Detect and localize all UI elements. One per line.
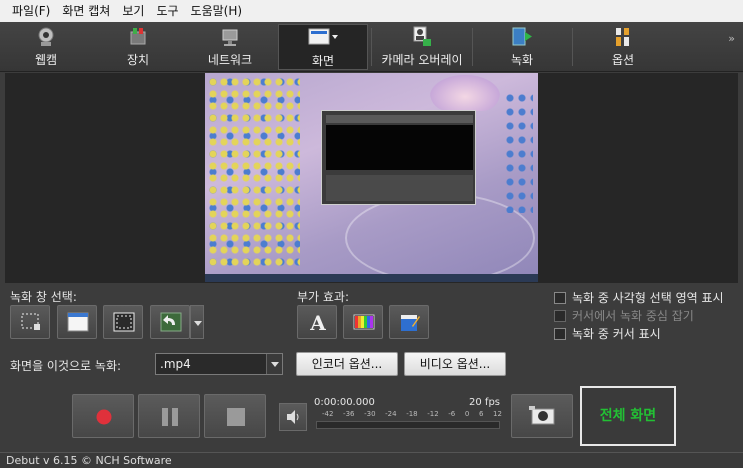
record-video-icon (511, 26, 533, 48)
toolbar-screen-label: 화면 (311, 54, 335, 68)
volume-button[interactable] (279, 403, 307, 431)
record-icon (96, 409, 112, 428)
video-options-button[interactable]: 비디오 옵션... (404, 352, 506, 376)
preview-app-window (321, 110, 476, 205)
toolbar-network-label: 네트워크 (207, 53, 253, 67)
effects-label: 부가 효과: (297, 290, 350, 304)
capture-area-label: 녹화 창 선택: (10, 290, 77, 304)
menu-help[interactable]: 도움말(H) (185, 0, 249, 22)
webcam-icon (35, 26, 57, 48)
meter-tick: 0 (464, 410, 470, 418)
toolbar-webcam-button[interactable]: 웹캠 (20, 24, 72, 70)
toolbar-record-button[interactable]: 녹화 (492, 24, 552, 70)
toolbar-separator (472, 28, 473, 66)
menu-tools[interactable]: 도구 (150, 0, 184, 22)
toolbar-network-button[interactable]: 네트워크 (196, 24, 264, 70)
desktop-icons-right (505, 93, 533, 213)
pause-button[interactable] (138, 394, 200, 438)
toolbar-camera-overlay-button[interactable]: 카메라 오버레이 (376, 24, 468, 70)
menu-view[interactable]: 보기 (116, 0, 150, 22)
record-format-label: 화면을 이것으로 녹화: (10, 359, 122, 373)
record-button[interactable] (72, 394, 134, 438)
toolbar-options-button[interactable]: 옵션 (596, 24, 650, 70)
meter-tick: -6 (448, 410, 456, 418)
toolbar-separator (371, 28, 372, 66)
checkbox-box[interactable] (554, 327, 566, 340)
color-bars-icon (353, 312, 375, 332)
recording-time: 0:00:00.000 (314, 397, 375, 408)
fullscreen-select-icon (113, 312, 135, 332)
snapshot-button[interactable] (511, 394, 573, 438)
svg-text:A: A (309, 312, 326, 332)
toolbar-options-label: 옵션 (611, 53, 635, 67)
preview-taskbar (205, 274, 538, 282)
screen-icon (308, 27, 338, 49)
stop-icon (227, 408, 245, 429)
toolbar-separator (572, 28, 573, 66)
wallpaper-figure (430, 75, 500, 111)
checkbox-box[interactable] (554, 291, 566, 304)
pause-icon (161, 407, 179, 430)
undo-area-icon (160, 312, 182, 332)
clapperboard-icon (399, 312, 421, 332)
speaker-icon (287, 410, 299, 424)
chevron-down-icon[interactable] (266, 354, 282, 374)
show-rectangle-checkbox[interactable]: 녹화 중 사각형 선택 영역 표시 (554, 289, 724, 306)
device-icon (127, 26, 149, 48)
stop-button[interactable] (204, 394, 266, 438)
select-window-button[interactable] (57, 305, 97, 339)
select-fullscreen-button[interactable] (103, 305, 143, 339)
checkbox-label: 녹화 중 커서 표시 (572, 327, 661, 341)
text-icon: A (307, 311, 329, 335)
frame-rate: 20 fps (469, 397, 500, 408)
options-icon (612, 26, 634, 48)
format-select-value: .mp4 (160, 357, 191, 371)
toolbar-device-button[interactable]: 장치 (110, 24, 166, 70)
menu-capture[interactable]: 화면 캡쳐 (56, 0, 116, 22)
meter-tick: -12 (427, 410, 439, 418)
menu-bar: 파일(F) 화면 캡쳐 보기 도구 도움말(H) (0, 0, 743, 22)
meter-scale: -42 -36 -30 -24 -18 -12 -6 0 6 12 (322, 410, 502, 418)
meter-track (316, 421, 500, 429)
window-icon (67, 312, 89, 332)
camera-icon (529, 406, 555, 425)
capture-area-dropdown[interactable] (190, 305, 204, 339)
encoder-options-button[interactable]: 인코더 옵션... (296, 352, 398, 376)
audio-level-meter: 0:00:00.000 20 fps -42 -36 -30 -24 -18 -… (278, 395, 504, 437)
toolbar-screen-button[interactable]: 화면 (278, 24, 368, 70)
menu-file[interactable]: 파일(F) (6, 0, 56, 22)
preview-screen-image (205, 73, 538, 282)
status-bar: Debut v 6.15 © NCH Software (0, 452, 743, 468)
checkbox-label: 커서에서 녹화 중심 잡기 (572, 309, 694, 323)
toolbar-device-label: 장치 (126, 53, 150, 67)
color-adjust-button[interactable] (343, 305, 383, 339)
text-caption-button[interactable]: A (297, 305, 337, 339)
checkbox-box[interactable] (554, 309, 566, 322)
toolbar-record-label: 녹화 (510, 53, 534, 67)
show-cursor-checkbox[interactable]: 녹화 중 커서 표시 (554, 325, 661, 342)
meter-tick: -24 (385, 410, 397, 418)
camera-overlay-icon (411, 26, 433, 48)
select-region-button[interactable] (10, 305, 50, 339)
fullscreen-button[interactable]: 전체 화면 (580, 386, 676, 446)
meter-tick: -30 (364, 410, 376, 418)
network-icon (219, 26, 241, 48)
desktop-icons (208, 77, 300, 267)
format-select[interactable]: .mp4 (155, 353, 283, 375)
checkbox-label: 녹화 중 사각형 선택 영역 표시 (572, 291, 724, 305)
toolbar-webcam-label: 웹캠 (34, 53, 58, 67)
meter-tick: -18 (406, 410, 418, 418)
select-previous-area-button[interactable] (150, 305, 190, 339)
video-effects-button[interactable] (389, 305, 429, 339)
region-select-icon (20, 312, 42, 332)
meter-tick: 12 (493, 410, 502, 418)
meter-tick: -36 (343, 410, 355, 418)
toolbar-camera-overlay-label: 카메라 오버레이 (381, 53, 463, 67)
toolbar: 웹캠 장치 네트워크 화면 카메라 오버레이 녹화 옵션 » (0, 22, 743, 72)
meter-tick: -42 (322, 410, 334, 418)
meter-tick: 6 (478, 410, 484, 418)
center-on-cursor-checkbox[interactable]: 커서에서 녹화 중심 잡기 (554, 307, 694, 324)
toolbar-overflow-button[interactable]: » (728, 32, 735, 45)
